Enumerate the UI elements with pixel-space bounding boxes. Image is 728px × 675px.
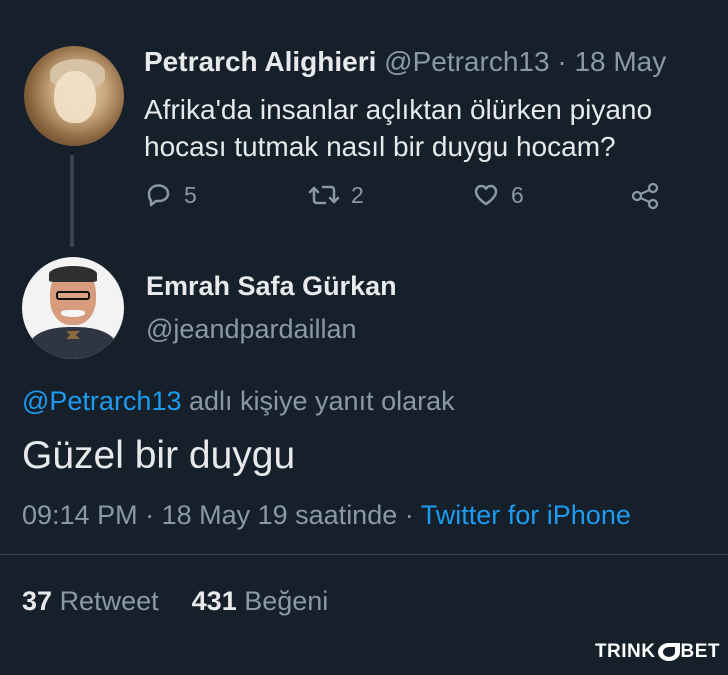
- parent-header-separator: ·: [557, 46, 567, 77]
- reply-context: @Petrarch13 adlı kişiye yanıt olarak: [22, 386, 455, 417]
- retweet-icon: [307, 180, 341, 210]
- mustache-icon: [61, 310, 85, 317]
- reply-author-avatar[interactable]: [22, 257, 124, 359]
- parent-tweet-text: Afrika'da insanlar açlıktan ölürken piya…: [144, 94, 653, 162]
- retweet-count: 2: [351, 181, 364, 208]
- stats-divider: [0, 554, 728, 555]
- parent-avatar-face: [54, 71, 96, 123]
- parent-author-avatar[interactable]: [24, 46, 124, 146]
- tweet-date[interactable]: 18 May 19 saatinde: [162, 500, 398, 530]
- like-button[interactable]: 6: [471, 180, 524, 210]
- watermark-logo-icon: [657, 643, 680, 661]
- likes-count: 431: [191, 586, 237, 616]
- tweet-time[interactable]: 09:14 PM: [22, 500, 138, 530]
- share-button[interactable]: [629, 180, 663, 210]
- watermark-suffix: BET: [680, 641, 720, 662]
- reply-count: 5: [184, 181, 197, 208]
- tweet-metadata: 09:14 PM · 18 May 19 saatinde · Twitter …: [22, 500, 631, 531]
- retweets-stat[interactable]: 37 Retweet: [22, 586, 166, 616]
- watermark-prefix: TRINK: [594, 641, 656, 662]
- parent-tweet-date[interactable]: 18 May: [574, 46, 666, 77]
- retweet-button[interactable]: 2: [307, 180, 364, 210]
- reply-context-text: adlı kişiye yanıt olarak: [181, 386, 455, 416]
- glasses-icon: [56, 291, 90, 300]
- thread-connector-line: [70, 155, 74, 247]
- meta-separator-2: ·: [397, 500, 421, 530]
- reply-context-mention-link[interactable]: @Petrarch13: [22, 386, 181, 416]
- parent-tweet-actions: 5 2 6: [144, 180, 674, 216]
- reply-author-name[interactable]: Emrah Safa Gürkan: [146, 271, 397, 302]
- tweet-stats: 37 Retweet 431 Beğeni: [22, 586, 328, 617]
- retweets-label: Retweet: [59, 586, 159, 616]
- reply-tweet-text: Güzel bir duygu: [22, 434, 296, 477]
- likes-stat[interactable]: 431 Beğeni: [192, 586, 329, 616]
- heart-icon: [471, 180, 501, 210]
- meta-separator-1: ·: [137, 500, 162, 530]
- reply-author-handle[interactable]: @jeandpardaillan: [146, 314, 357, 345]
- retweets-count: 37: [22, 586, 53, 616]
- likes-label: Beğeni: [244, 586, 329, 616]
- parent-author-handle[interactable]: @Petrarch13: [384, 46, 549, 77]
- reply-button[interactable]: 5: [144, 180, 197, 210]
- parent-author-name[interactable]: Petrarch Alighieri: [144, 46, 376, 77]
- like-count: 6: [511, 181, 524, 208]
- reply-avatar-hair: [49, 266, 97, 282]
- parent-tweet-header: Petrarch Alighieri @Petrarch13 · 18 May: [144, 46, 666, 78]
- share-icon: [629, 180, 663, 210]
- tweet-source-link[interactable]: Twitter for iPhone: [421, 500, 631, 530]
- reply-icon: [144, 180, 174, 210]
- brand-watermark: TRINK BET: [595, 641, 720, 663]
